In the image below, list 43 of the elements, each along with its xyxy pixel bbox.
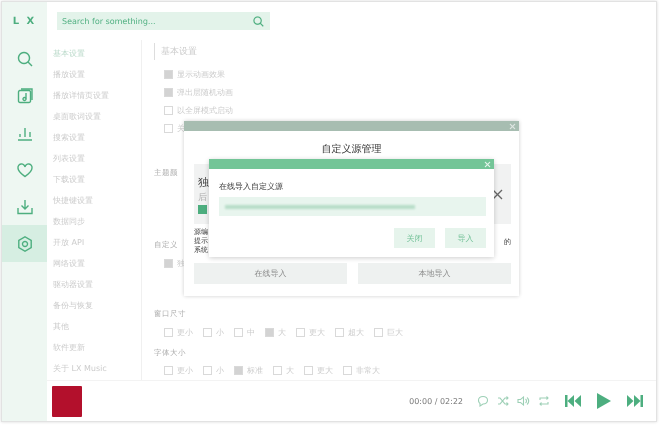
radio-box[interactable] — [164, 366, 173, 376]
dialog-button[interactable]: 关闭 — [394, 228, 435, 248]
comment-icon[interactable] — [477, 395, 489, 407]
sidebar-item[interactable] — [2, 225, 47, 262]
radio-box[interactable] — [374, 328, 383, 337]
search-field[interactable]: Search for something... — [57, 12, 270, 30]
radio-box[interactable] — [234, 328, 243, 337]
search-icon — [253, 16, 264, 27]
radio-box[interactable] — [203, 366, 212, 376]
heart-icon — [16, 160, 34, 178]
radio-box[interactable] — [273, 366, 282, 376]
settings-icon — [16, 234, 34, 252]
radio-box[interactable] — [234, 366, 243, 376]
music-note-icon — [16, 86, 34, 104]
radio-box[interactable] — [265, 328, 274, 337]
close-icon[interactable] — [492, 188, 503, 200]
radio-box[interactable] — [304, 366, 313, 376]
album-art-placeholder — [52, 386, 82, 416]
next-track-icon[interactable] — [626, 394, 644, 408]
dialog-button[interactable]: 导入 — [445, 228, 486, 248]
checkbox[interactable] — [198, 204, 207, 214]
playback-time: 00:00 / 02:22 — [409, 396, 463, 406]
shuffle-icon[interactable] — [497, 395, 509, 407]
url-input-field[interactable] — [219, 197, 486, 216]
previous-track-icon[interactable] — [564, 394, 582, 408]
volume-icon[interactable] — [517, 395, 530, 407]
radio-box[interactable] — [164, 328, 173, 337]
dialog-title: 在线导入自定义源 — [219, 181, 284, 192]
search-icon — [16, 50, 34, 68]
source-name: 独 — [198, 174, 209, 190]
radio-box[interactable] — [335, 328, 344, 337]
radio-box[interactable] — [343, 366, 352, 376]
dialog-title: 自定义源管理 — [320, 142, 382, 156]
repeat-icon[interactable] — [538, 395, 550, 407]
radio-box[interactable] — [296, 328, 305, 337]
play-icon[interactable] — [596, 392, 612, 410]
download-icon — [16, 198, 34, 216]
settings-nav-item[interactable]: 基本设置 — [53, 43, 141, 64]
import-button[interactable]: 在线导入 — [194, 263, 347, 284]
import-button[interactable]: 本地导入 — [358, 263, 511, 284]
source-description: 后 — [198, 192, 207, 204]
radio-box[interactable] — [203, 328, 212, 337]
app-logo: L X — [12, 14, 38, 28]
